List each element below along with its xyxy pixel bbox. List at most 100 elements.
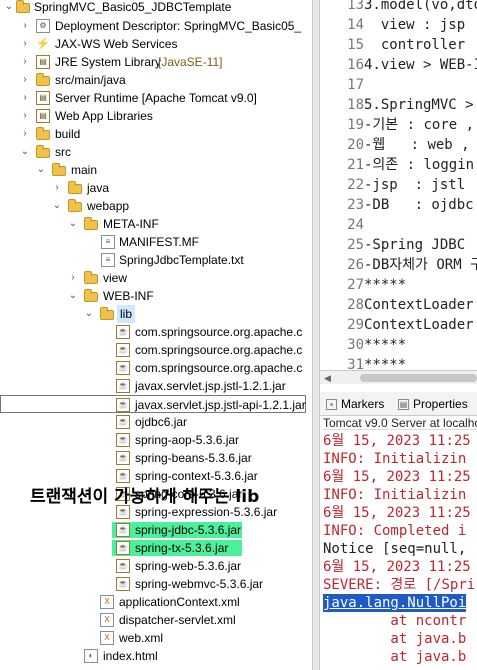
chevron-down-icon[interactable]: ⌄ [36,165,46,175]
library-icon: ▤ [36,55,50,69]
code-line[interactable]: controller [364,35,465,55]
source-folder-icon [36,73,50,86]
folder-open-icon [84,217,98,230]
line-number: 19 [347,117,364,133]
xml-file-icon: X [100,595,114,609]
code-line[interactable]: -DB자체가 ORM 구 [364,255,477,275]
jar-icon: ☕ [116,343,130,357]
chevron-right-icon[interactable]: › [20,57,30,67]
library-icon: ▤ [36,91,50,105]
jar-icon: ☕ [116,451,130,465]
line-number: 13 [347,0,364,13]
chevron-right-icon[interactable]: › [20,39,30,49]
chevron-down-icon[interactable]: ⌄ [20,147,30,157]
code-line[interactable]: ***** [364,355,406,370]
line-number: 20 [347,137,364,153]
line-number: 26 [347,257,364,273]
line-number: 14 [347,17,364,33]
jar-icon: ☕ [116,505,130,519]
jar-icon: ☕ [116,577,130,591]
code-line[interactable]: -기본 : core , [364,115,474,135]
scroll-left-icon[interactable]: ◀ [324,371,331,385]
code-line[interactable]: -Spring JDBC [364,235,465,255]
folder-open-icon [68,199,82,212]
line-number: 15 [347,37,364,53]
chevron-right-icon[interactable]: › [20,111,30,121]
line-number: 16 [347,57,364,73]
jar-icon: ☕ [116,379,130,393]
code-line[interactable]: ***** [364,275,406,295]
properties-icon: ▤ [398,399,409,411]
console-line: 6월 15, 2023 11:25 [323,433,471,449]
line-number: 31 [347,357,364,370]
line-number: 28 [347,297,364,313]
console-line: SEVERE: 경로 [/Spri [323,577,476,593]
text-file-icon: ≡ [101,253,115,267]
jar-icon: ☕ [116,415,130,429]
chevron-down-icon[interactable]: ⌄ [68,291,78,301]
chevron-down-icon[interactable]: ⌄ [84,309,94,319]
line-number: 23 [347,197,364,213]
folder-icon [68,181,82,194]
code-line[interactable]: 3.model(vo,dto [364,0,477,15]
code-line[interactable]: -jsp : jstl [364,175,465,195]
code-editor[interactable]: 13 3.model(vo,dto 14 view : jsp 15 controll… [320,0,477,370]
jar-icon: ☕ [116,433,130,447]
folder-open-icon [52,163,66,176]
console-line: INFO: Completed i [323,523,467,539]
jar-icon: ☕ [116,469,130,483]
console-view[interactable]: Tomcat v9.0 Server at localho 6월 15, 202… [320,416,477,670]
code-line[interactable]: ContextLoader [364,295,474,315]
code-line[interactable]: ***** [364,335,406,355]
pane-divider[interactable] [312,0,320,670]
code-line[interactable]: -의존 : loggin [364,155,474,175]
jar-icon: ☕ [116,559,130,573]
html-file-icon: ◐ [84,649,98,663]
tree-item-jar-tooltip[interactable]: ☕ javax.servlet.jsp.jstl-api-1.2.1.jar [0,395,306,413]
folder-open-icon [84,289,98,302]
chevron-right-icon[interactable]: › [20,75,30,85]
editor-horizontal-scrollbar[interactable]: ◀ [320,370,477,384]
xml-file-icon: X [100,631,114,645]
line-number: 29 [347,317,364,333]
console-line: at ncontr [323,613,467,629]
chevron-right-icon[interactable]: › [20,21,30,31]
chevron-right-icon[interactable]: › [20,129,30,139]
jar-icon: ☕ [116,523,130,537]
code-line[interactable]: 4.view > WEB-I [364,55,477,75]
folder-open-icon [100,307,114,320]
chevron-down-icon[interactable]: ⌄ [52,201,62,211]
code-line[interactable]: 5.SpringMVC > [364,95,474,115]
scrollbar-thumb[interactable] [360,374,477,382]
chevron-right-icon[interactable]: › [52,183,62,193]
console-line: Notice [seq=null, [323,541,467,557]
tab-markers[interactable]: ▪ Markers [326,396,384,412]
chevron-down-icon[interactable]: ⌄ [4,2,14,12]
line-number: 30 [347,337,364,353]
line-number: 27 [347,277,364,293]
project-folder-icon [16,0,30,13]
line-number: 24 [347,217,364,233]
file-icon: ≡ [101,235,115,249]
jar-icon: ☕ [116,361,130,375]
project-explorer: ⌄ SpringMVC_Basic05_JDBCTemplate › ⚙ Dep… [0,0,312,670]
bottom-panel-tabs: ▪ Markers ▤ Properties [320,392,477,416]
xml-file-icon: X [100,613,114,627]
code-line[interactable]: ContextLoader [364,315,474,335]
jar-icon: ☕ [116,398,130,412]
code-line[interactable]: -DB : ojdbc [364,195,474,215]
folder-open-icon [36,145,50,158]
annotation-text: 트랜잭션이 가능하게 해주는 lib [30,487,260,507]
tab-properties[interactable]: ▤ Properties [398,396,468,412]
console-line: at java.b [323,649,467,665]
console-exception-link[interactable]: java.lang.NullPoi [323,594,467,612]
chevron-right-icon[interactable]: › [20,93,30,103]
deployment-descriptor-icon: ⚙ [36,19,50,33]
chevron-right-icon[interactable]: › [68,273,78,283]
code-line[interactable]: -웹 : web , [364,135,470,155]
code-line[interactable]: view : jsp [364,15,465,35]
console-line: 6월 15, 2023 11:25 [323,469,471,485]
folder-icon [84,271,98,284]
web-services-icon: ⚡ [36,38,50,50]
chevron-down-icon[interactable]: ⌄ [68,219,78,229]
